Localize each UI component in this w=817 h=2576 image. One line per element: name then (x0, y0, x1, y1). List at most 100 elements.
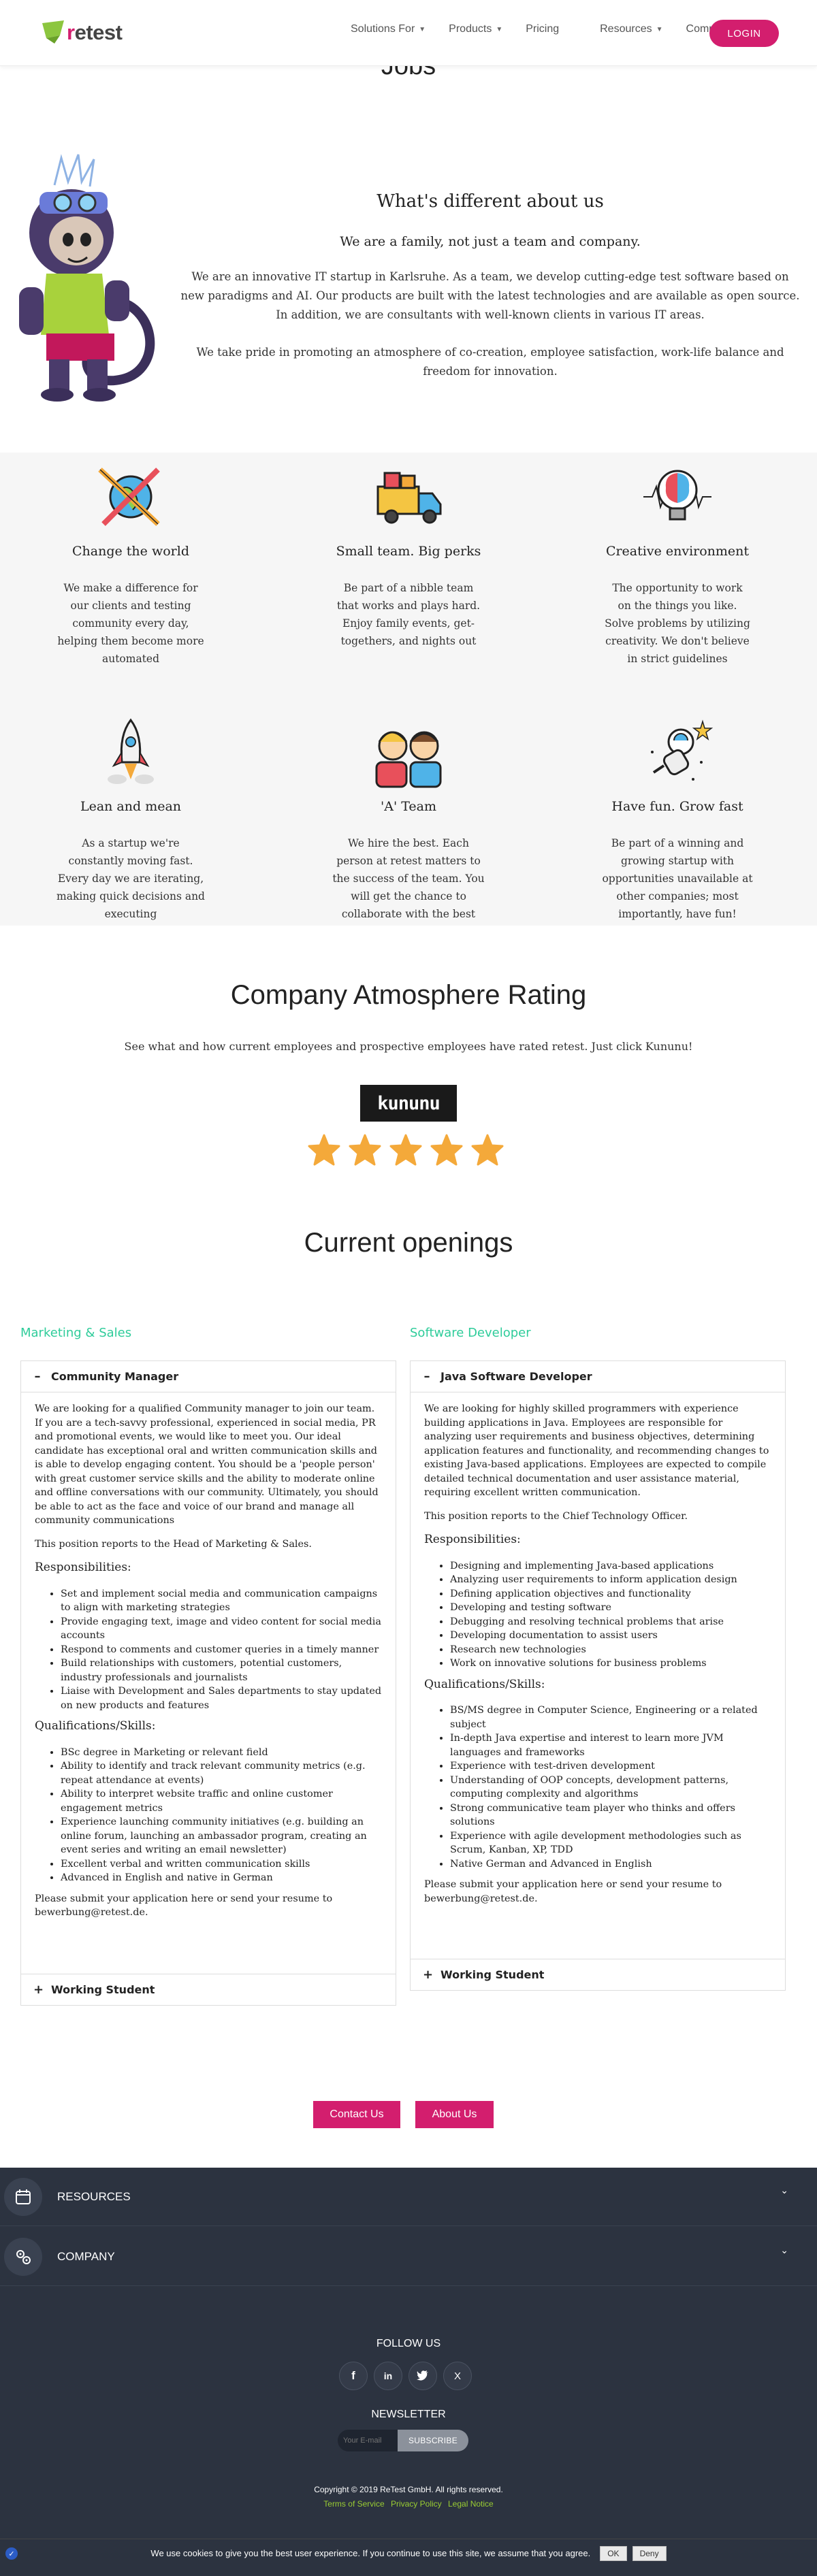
responsibilities-heading: Responsibilities: (424, 1533, 521, 1546)
list-item: Provide engaging text, image and video c… (61, 1615, 382, 1643)
list-item: Strong communicative team player who thi… (450, 1801, 771, 1829)
column-title-developer: Software Developer (410, 1326, 531, 1340)
job-header-working-student[interactable]: + Working Student (411, 1959, 785, 1990)
list-item: Ability to identify and track relevant c… (61, 1759, 382, 1787)
nav-pricing[interactable]: Pricing (526, 23, 559, 35)
feature-change-world: Change the world We make a difference fo… (39, 459, 223, 668)
linkedin-icon[interactable]: in (374, 2362, 402, 2390)
login-button[interactable]: LOGIN (709, 20, 779, 47)
footer-section-company[interactable]: COMPANY ⌄ (0, 2228, 817, 2286)
about-paragraph-2: We take pride in promoting an atmosphere… (196, 346, 784, 378)
list-item: Experience with agile development method… (450, 1829, 771, 1857)
list-item: Set and implement social media and commu… (61, 1587, 382, 1615)
column-title-marketing: Marketing & Sales (20, 1326, 132, 1340)
feature-text: We make a difference for our clients and… (57, 582, 204, 665)
feature-title: Change the world (72, 544, 189, 559)
cookie-ok-button[interactable]: OK (600, 2545, 627, 2561)
job-header-working-student[interactable]: + Working Student (21, 1974, 396, 2005)
feature-text: Be part of a nibble team that works and … (336, 582, 481, 647)
list-item: Analyzing user requirements to inform ap… (450, 1573, 771, 1587)
legal-notice-link[interactable]: Legal Notice (448, 2499, 494, 2509)
privacy-link[interactable]: Privacy Policy (391, 2499, 442, 2509)
list-item: In-depth Java expertise and interest to … (450, 1731, 771, 1759)
company-gears-icon (4, 2237, 42, 2276)
retest-logo[interactable]: retest (41, 18, 123, 48)
plus-icon: + (423, 1968, 434, 1982)
feature-text: As a startup we're constantly moving fas… (57, 837, 205, 920)
qualifications-heading: Qualifications/Skills: (424, 1677, 545, 1691)
xing-icon[interactable]: X (443, 2362, 472, 2390)
kununu-logo-link[interactable]: kununu (360, 1085, 457, 1122)
minus-icon: – (34, 1369, 41, 1384)
nav-resources[interactable]: Resources ▼ (600, 23, 662, 35)
about-us-button[interactable]: About Us (415, 2101, 494, 2128)
list-item: Understanding of OOP concepts, developme… (450, 1774, 771, 1801)
feature-title: Lean and mean (80, 799, 182, 814)
newsletter-email-input[interactable] (338, 2430, 398, 2451)
nav-solutions[interactable]: Solutions For ▼ (351, 23, 426, 35)
cookie-text: We use cookies to give you the best user… (150, 2548, 591, 2558)
star-icon (308, 1134, 340, 1166)
qualifications-list: BSc degree in Marketing or relevant fiel… (35, 1746, 382, 1885)
job-header-java-developer[interactable]: – Java Software Developer (411, 1361, 785, 1392)
terms-link[interactable]: Terms of Service (323, 2499, 384, 2509)
twitter-icon[interactable] (408, 2362, 437, 2390)
nav-products[interactable]: Products ▼ (449, 23, 502, 35)
check-icon[interactable]: ✓ (5, 2547, 18, 2560)
list-item: Ability to interpret website traffic and… (61, 1787, 382, 1815)
chevron-down-icon: ▼ (419, 25, 426, 33)
list-item: Build relationships with customers, pote… (61, 1657, 382, 1684)
feature-title: Creative environment (605, 544, 750, 559)
about-paragraph-1: We are an innovative IT startup in Karls… (180, 270, 800, 321)
feature-title: 'A' Team (381, 799, 436, 814)
monkey-mascot-image (19, 154, 155, 402)
list-item: Developing and testing software (450, 1601, 771, 1615)
newsletter-form: SUBSCRIBE (338, 2430, 468, 2451)
list-item: Advanced in English and native in German (61, 1871, 382, 1885)
list-item: Experience with test-driven development (450, 1759, 771, 1774)
responsibilities-list: Set and implement social media and commu… (35, 1587, 382, 1713)
star-icon (389, 1134, 422, 1166)
job-reports: This position reports to the Chief Techn… (424, 1510, 688, 1522)
contact-us-button[interactable]: Contact Us (313, 2101, 400, 2128)
list-item: Liaise with Development and Sales depart… (61, 1684, 382, 1712)
list-item: Native German and Advanced in English (450, 1857, 771, 1872)
astronaut-icon (651, 719, 714, 781)
follow-us-heading: FOLLOW US (376, 2338, 441, 2349)
social-links: f in X (339, 2362, 472, 2390)
list-item: Work on innovative solutions for busines… (450, 1657, 771, 1671)
list-item: Defining application objectives and func… (450, 1587, 771, 1601)
site-header: retest Solutions For ▼ Products ▼ Pricing … (0, 0, 817, 66)
list-item: Debugging and resolving technical proble… (450, 1615, 771, 1629)
job-apply-text: Please submit your application here or s… (35, 1893, 333, 1919)
rating-text: See what and how current employees and p… (124, 1040, 693, 1053)
list-item: Research new technologies (450, 1643, 771, 1657)
rating-heading: Company Atmosphere Rating (230, 980, 587, 1010)
job-header-community-manager[interactable]: – Community Manager (21, 1361, 396, 1392)
chevron-down-icon: ▼ (656, 25, 663, 33)
newsletter-heading: NEWSLETTER (371, 2409, 446, 2420)
cookie-deny-button[interactable]: Deny (632, 2545, 667, 2561)
feature-title: Small team. Big perks (336, 544, 481, 559)
logo-text-rest: etest (74, 20, 123, 44)
chevron-down-icon: ⌄ (780, 2245, 788, 2256)
cookie-banner: ✓ We use cookies to give you the best us… (0, 2539, 817, 2567)
logo-text-r: r (67, 20, 75, 44)
site-footer: RESOURCES ⌄ COMPANY ⌄ FOLLOW US f in X N… (0, 2168, 817, 2576)
footer-section-resources[interactable]: RESOURCES ⌄ (0, 2168, 817, 2226)
about-heading: What's different about us (377, 191, 604, 212)
facebook-icon[interactable]: f (339, 2362, 368, 2390)
truck-icon (377, 472, 442, 524)
main-nav: Solutions For ▼ Products ▼ Pricing Resourc… (351, 23, 767, 35)
copyright-text: Copyright © 2019 ReTest GmbH. All rights… (314, 2485, 503, 2494)
list-item: Excellent verbal and written communicati… (61, 1857, 382, 1872)
features-section: Change the world We make a difference fo… (0, 453, 817, 926)
list-item: Experience launching community initiativ… (61, 1815, 382, 1857)
subscribe-button[interactable]: SUBSCRIBE (398, 2430, 468, 2451)
jobs-accordion-marketing: – Community Manager We are looking for a … (20, 1360, 396, 2006)
job-intro: We are looking for a qualified Community… (35, 1403, 379, 1526)
star-icon (430, 1134, 463, 1166)
minus-icon: – (423, 1369, 430, 1384)
star-icon (349, 1134, 381, 1166)
openings-heading: Current openings (304, 1228, 513, 1258)
